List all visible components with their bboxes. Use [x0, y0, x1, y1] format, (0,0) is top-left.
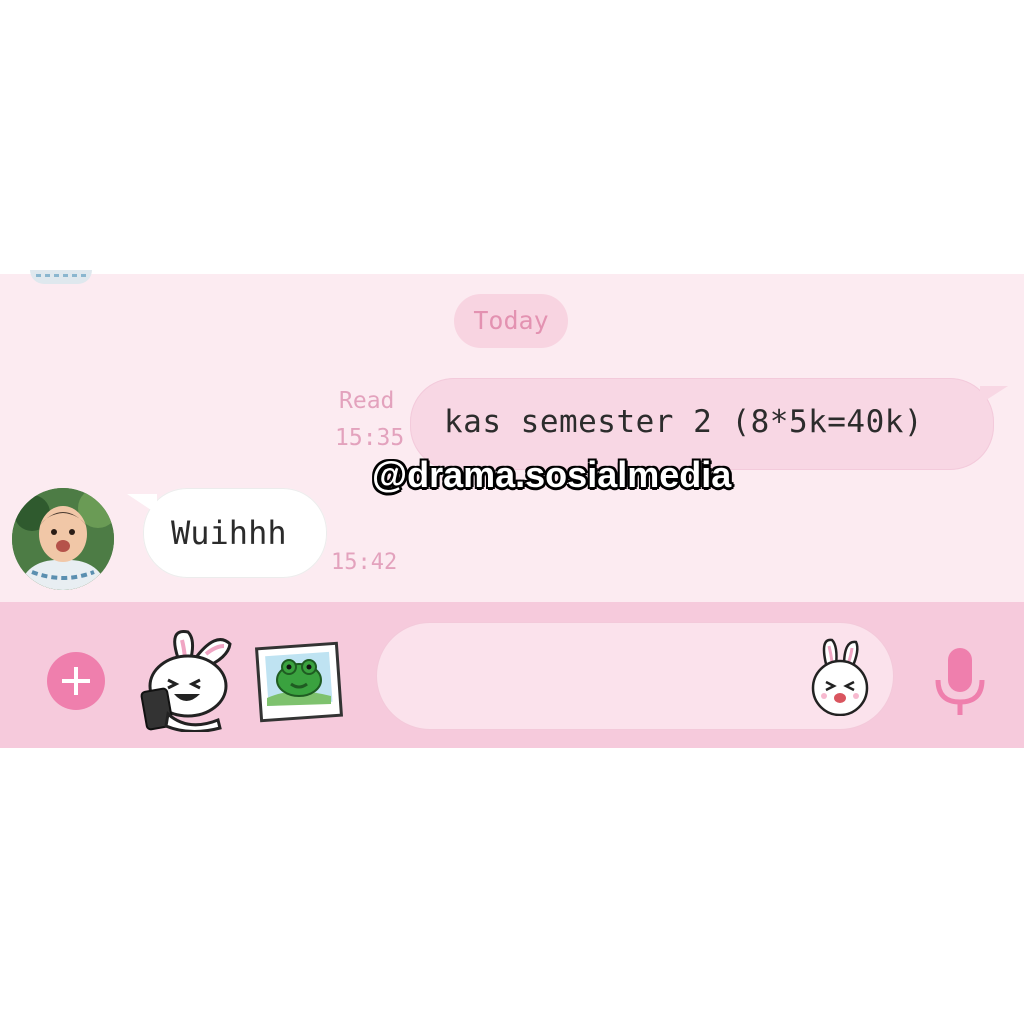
- date-separator: Today: [454, 294, 568, 348]
- watermark-text: @drama.sosialmedia: [372, 454, 732, 495]
- rabbit-sticker-icon: [140, 630, 232, 732]
- emoji-button[interactable]: [808, 636, 872, 716]
- received-message-text: Wuihhh: [171, 514, 287, 552]
- voice-input-button[interactable]: [932, 646, 988, 718]
- microphone-icon: [935, 648, 985, 715]
- sticker-button[interactable]: [138, 628, 234, 732]
- received-timestamp: 15:42: [331, 550, 398, 575]
- baby-photo-icon: [12, 488, 114, 590]
- photo-gallery-button[interactable]: [253, 640, 345, 724]
- rabbit-emoji-icon: [811, 638, 869, 716]
- partial-avatar: [30, 270, 92, 284]
- sent-message-text: kas semester 2 (8*5k=40k): [444, 404, 924, 440]
- add-attachment-button[interactable]: [47, 652, 105, 710]
- read-receipt: Read: [339, 388, 395, 414]
- frog-photo-icon: [254, 641, 344, 723]
- sent-timestamp: 15:35: [335, 425, 405, 451]
- received-message-bubble[interactable]: Wuihhh: [127, 488, 327, 578]
- contact-avatar[interactable]: [12, 488, 114, 590]
